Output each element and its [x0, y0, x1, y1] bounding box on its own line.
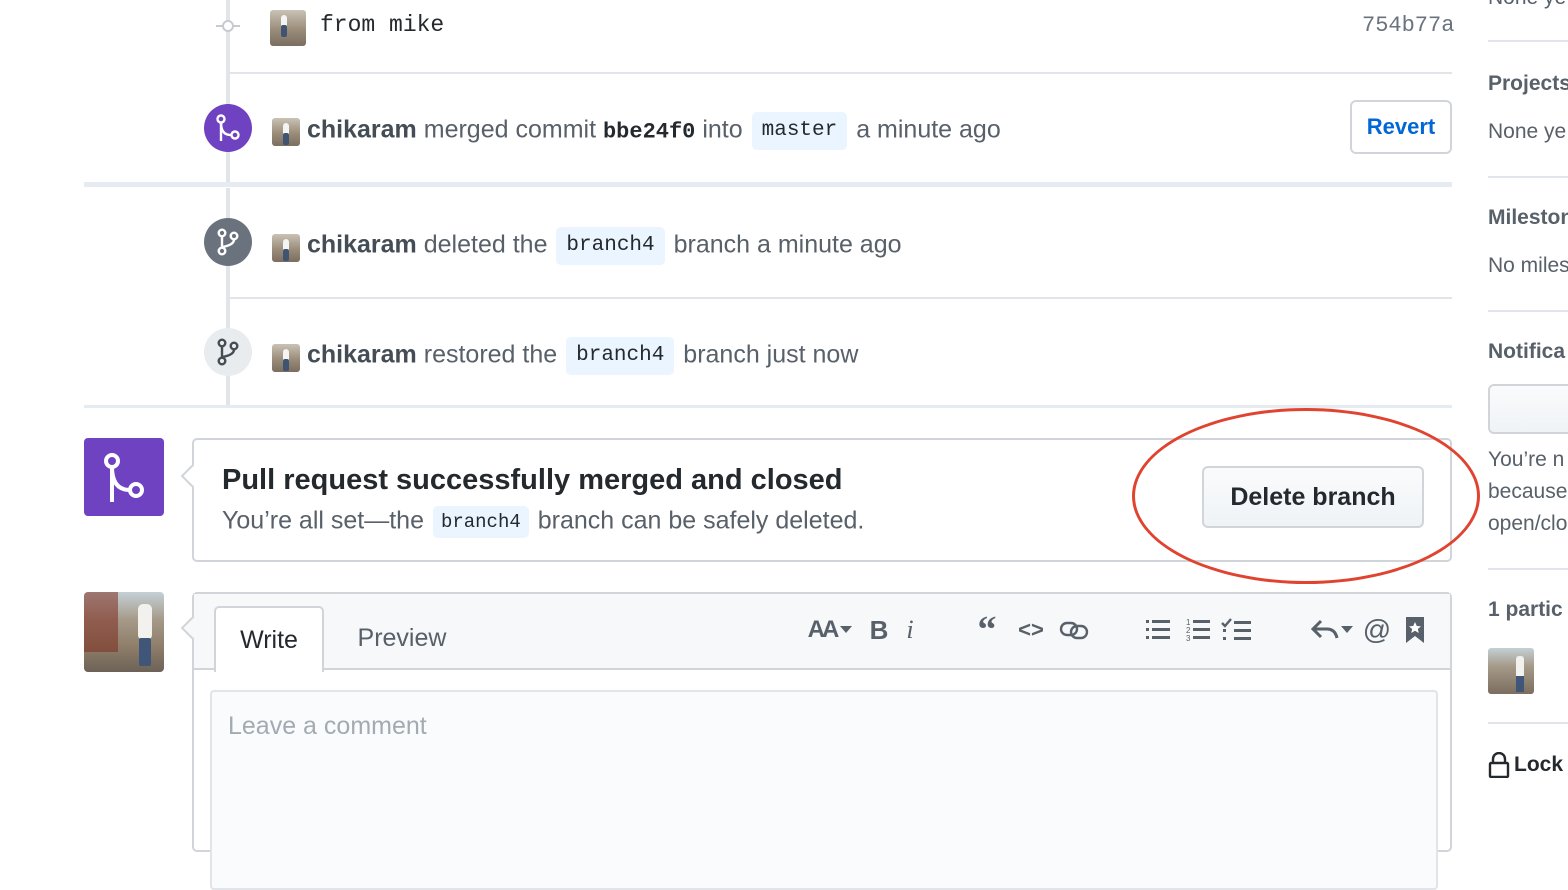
commit-message[interactable]: from mike	[320, 12, 444, 38]
highlight-circle	[1132, 408, 1480, 584]
bold-icon[interactable]: B	[866, 612, 892, 648]
bookmark-icon[interactable]	[1402, 612, 1428, 648]
avatar[interactable]	[272, 234, 300, 262]
italic-icon[interactable]: i	[900, 612, 920, 648]
comment-form: Write Preview AA B i “ <> 123 @ Leave a …	[180, 592, 1452, 890]
revert-button[interactable]: Revert	[1350, 100, 1452, 154]
notification-reason-line: open/clo	[1488, 512, 1568, 535]
commit-sha-link[interactable]: bbe24f0	[603, 120, 695, 145]
sidebar-divider	[1488, 568, 1568, 570]
sidebar-milestone-heading[interactable]: Milestone	[1488, 206, 1568, 230]
divider	[84, 182, 1452, 187]
saved-reply-icon[interactable]	[1310, 612, 1356, 648]
commit-sha[interactable]: 754b77a	[1362, 13, 1454, 38]
code-icon[interactable]: <>	[1014, 612, 1048, 648]
sidebar-projects-heading[interactable]: Projects	[1488, 72, 1568, 96]
timestamp[interactable]: a minute ago	[856, 116, 1001, 144]
branch-chip[interactable]: branch4	[556, 227, 665, 265]
link-icon[interactable]	[1056, 612, 1092, 648]
deleted-event-badge	[204, 218, 252, 266]
tab-write[interactable]: Write	[214, 606, 324, 672]
avatar[interactable]	[84, 592, 164, 672]
restored-event-text: chikaram restored the branch4 branch jus…	[307, 337, 858, 375]
git-merge-icon	[104, 453, 144, 502]
commit-node-icon	[216, 14, 240, 38]
mention-icon[interactable]: @	[1362, 612, 1392, 648]
sidebar-notifications-heading: Notifica	[1488, 340, 1566, 363]
author-link[interactable]: chikaram	[307, 341, 417, 369]
notification-reason-line: because	[1488, 480, 1568, 503]
author-link[interactable]: chikaram	[307, 231, 417, 259]
comment-textarea[interactable]: Leave a comment	[210, 690, 1438, 890]
comment-header: Write Preview AA B i “ <> 123 @	[194, 594, 1450, 672]
subscribe-button[interactable]	[1488, 384, 1568, 434]
avatar[interactable]	[270, 10, 306, 46]
svg-text:3: 3	[1186, 634, 1191, 642]
task-list-icon[interactable]	[1220, 612, 1252, 648]
merged-event-text: chikaram merged commit bbe24f0 into mast…	[307, 112, 1001, 150]
git-branch-icon	[217, 228, 239, 256]
lock-icon	[1488, 752, 1510, 778]
sidebar-divider	[1488, 40, 1568, 42]
divider	[230, 72, 1452, 74]
avatar[interactable]	[272, 118, 300, 146]
sidebar-top-text: None ye	[1488, 0, 1566, 10]
avatar[interactable]	[272, 344, 300, 372]
deleted-event-text: chikaram deleted the branch4 branch a mi…	[307, 227, 902, 265]
merged-event-badge	[204, 104, 252, 152]
branch-chip[interactable]: branch4	[566, 337, 675, 375]
tab-preview[interactable]: Preview	[342, 606, 462, 670]
comment-placeholder: Leave a comment	[228, 712, 427, 740]
restored-event-badge	[204, 328, 252, 376]
text-size-icon[interactable]: AA	[804, 612, 856, 648]
git-merge-icon	[216, 114, 240, 141]
sidebar-divider	[1488, 176, 1568, 178]
sidebar-milestone-value: No miles	[1488, 254, 1568, 277]
box-pointer	[180, 464, 204, 488]
branch-chip: branch4	[432, 506, 529, 538]
merged-title: Pull request successfully merged and clo…	[222, 464, 843, 496]
sidebar-divider	[1488, 310, 1568, 312]
branch-chip[interactable]: master	[751, 112, 848, 150]
quote-icon[interactable]: “	[972, 609, 1002, 651]
sidebar-participants-heading: 1 partic	[1488, 598, 1563, 621]
git-branch-icon	[217, 338, 239, 366]
unordered-list-icon[interactable]	[1144, 612, 1172, 648]
sidebar-divider	[1488, 722, 1568, 724]
author-link[interactable]: chikaram	[307, 116, 417, 144]
divider	[84, 405, 1452, 408]
divider	[230, 297, 1452, 299]
lock-conversation-link[interactable]: Lock	[1488, 752, 1563, 778]
sidebar-projects-value: None ye	[1488, 120, 1567, 143]
merged-description: You’re all set—the branch4 branch can be…	[222, 506, 864, 538]
participant-avatar[interactable]	[1488, 648, 1534, 694]
merged-status-icon	[84, 438, 164, 516]
ordered-list-icon[interactable]: 123	[1184, 612, 1212, 648]
notification-reason-line: You’re n	[1488, 448, 1565, 471]
